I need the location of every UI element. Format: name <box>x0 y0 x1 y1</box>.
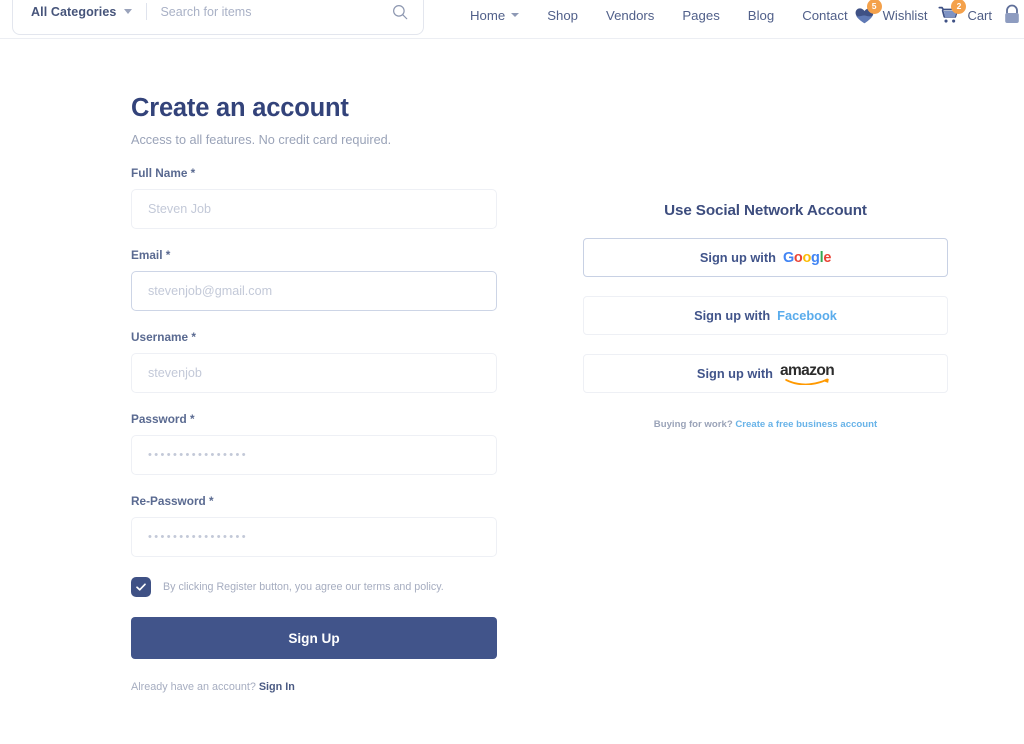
business-account-row: Buying for work? Create a free business … <box>583 419 948 430</box>
signin-prefix: Already have an account? <box>131 681 256 693</box>
username-input[interactable] <box>131 353 497 393</box>
facebook-button-prefix: Sign up with <box>694 308 771 323</box>
wishlist-button[interactable]: 5 Wishlist <box>853 0 928 26</box>
cart-button[interactable]: 2 Cart <box>937 0 992 26</box>
amazon-wordmark: amazon <box>779 362 835 379</box>
email-input[interactable] <box>131 271 497 311</box>
wishlist-badge: 5 <box>866 0 882 14</box>
nav-item-blog[interactable]: Blog <box>748 8 774 23</box>
page-main: Create an account Access to all features… <box>0 39 1024 744</box>
search-input[interactable] <box>160 4 391 19</box>
social-signup-section: Use Social Network Account Sign up with … <box>583 202 948 430</box>
field-username-label: Username * <box>131 330 196 344</box>
checkmark-icon <box>136 583 146 591</box>
signup-with-facebook-button[interactable]: Sign up with Facebook <box>583 296 948 335</box>
business-account-link[interactable]: Create a free business account <box>735 419 877 430</box>
signup-with-google-button[interactable]: Sign up with Google <box>583 238 948 277</box>
amazon-button-prefix: Sign up with <box>696 366 773 381</box>
nav-item-blog-label: Blog <box>747 7 775 23</box>
terms-row: By clicking Register button, you agree o… <box>131 577 497 597</box>
page-title: Create an account <box>131 94 349 122</box>
terms-text: By clicking Register button, you agree o… <box>163 581 444 593</box>
header-actions: 5 Wishlist 2 Cart <box>853 0 1022 30</box>
site-header: All Categories Home Shop Vendors Pages B… <box>0 0 1024 39</box>
cart-badge: 2 <box>951 0 967 14</box>
field-re-password: Re-Password * <box>131 494 497 557</box>
nav-item-shop[interactable]: Shop <box>547 8 578 23</box>
signup-with-amazon-button[interactable]: Sign up with amazon <box>583 354 948 393</box>
nav-item-vendors-label: Vendors <box>606 7 655 23</box>
cart-label: Cart <box>967 7 992 23</box>
signin-row: Already have an account? Sign In <box>131 681 497 693</box>
signup-form-section: Create an account Access to all features… <box>131 94 497 693</box>
search-bar[interactable]: All Categories <box>12 0 424 35</box>
field-full-name-label: Full Name * <box>131 166 196 180</box>
social-section-title: Use Social Network Account <box>664 202 867 219</box>
amazon-smile-icon <box>785 378 829 385</box>
nav-item-contact[interactable]: Contact <box>802 8 847 23</box>
search-divider <box>146 3 148 20</box>
field-password-label: Password * <box>131 412 195 426</box>
page-subtitle: Access to all features. No credit card r… <box>131 133 392 147</box>
main-navigation: Home Shop Vendors Pages Blog Contact <box>470 0 848 30</box>
google-logo-icon: Google <box>782 249 832 266</box>
field-full-name: Full Name * <box>131 166 497 229</box>
nav-item-shop-label: Shop <box>547 7 578 23</box>
field-email-label: Email * <box>131 248 171 262</box>
wishlist-label: Wishlist <box>882 7 928 23</box>
nav-item-home[interactable]: Home <box>470 7 520 23</box>
google-button-prefix: Sign up with <box>699 250 776 265</box>
field-re-password-label: Re-Password * <box>131 494 214 508</box>
field-email: Email * <box>131 248 497 311</box>
amazon-logo-icon: amazon <box>779 362 835 385</box>
nav-item-home-label: Home <box>470 7 506 23</box>
cart-icon-wrap: 2 <box>937 0 967 26</box>
nav-item-pages-label: Pages <box>682 7 720 23</box>
field-username: Username * <box>131 330 497 393</box>
chevron-down-icon <box>511 13 520 17</box>
nav-item-contact-label: Contact <box>802 7 848 23</box>
signup-button[interactable]: Sign Up <box>131 617 497 659</box>
chevron-down-icon <box>124 9 133 14</box>
field-password: Password * <box>131 412 497 475</box>
re-password-input[interactable] <box>131 517 497 557</box>
password-input[interactable] <box>131 435 497 475</box>
category-select[interactable]: All Categories <box>31 4 133 19</box>
search-icon[interactable] <box>391 3 409 21</box>
terms-checkbox[interactable] <box>131 577 151 597</box>
nav-item-vendors[interactable]: Vendors <box>606 8 654 23</box>
category-select-label: All Categories <box>31 4 117 19</box>
business-account-prefix: Buying for work? <box>653 419 733 430</box>
user-account-icon[interactable] <box>1002 4 1022 26</box>
full-name-input[interactable] <box>131 189 497 229</box>
signin-link[interactable]: Sign In <box>259 681 295 693</box>
wishlist-icon-wrap: 5 <box>853 0 882 26</box>
facebook-wordmark-icon: Facebook <box>777 308 837 323</box>
nav-item-pages[interactable]: Pages <box>682 8 719 23</box>
